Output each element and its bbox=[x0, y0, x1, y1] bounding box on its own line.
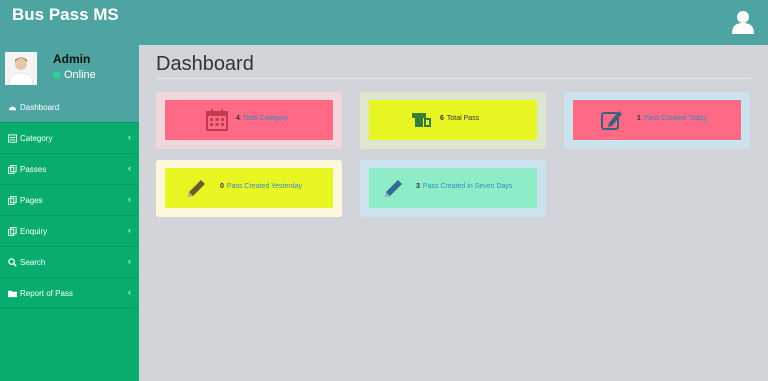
online-status-icon bbox=[53, 71, 61, 80]
search-icon bbox=[8, 258, 17, 267]
pencil-icon bbox=[385, 180, 402, 197]
card-label[interactable]: Total Category bbox=[243, 115, 288, 122]
stat-card-pass-created-seven-days[interactable]: 3 Pass Created in Seven Days bbox=[360, 160, 546, 217]
sidebar-item-label: Dashboard bbox=[20, 103, 60, 112]
chevron-left-icon: ‹ bbox=[128, 163, 131, 173]
card-count: 4 bbox=[236, 115, 240, 122]
folder-icon bbox=[8, 290, 17, 298]
sidebar-item-label: Search bbox=[20, 258, 46, 267]
sidebar-item-passes[interactable]: Passes ‹ bbox=[0, 154, 139, 185]
copy-icon bbox=[8, 227, 17, 236]
card-body: 0 Pass Created Yesterday bbox=[165, 168, 333, 208]
edit-icon bbox=[601, 111, 622, 130]
sidebar-item-category[interactable]: Category ‹ bbox=[0, 123, 139, 154]
card-label[interactable]: Pass Created Today bbox=[644, 115, 707, 122]
sidebar-item-label: Category bbox=[20, 134, 53, 143]
card-text: 6 Total Pass bbox=[440, 115, 479, 122]
card-text: 0 Pass Created Yesterday bbox=[220, 183, 302, 190]
user-status-text: Online bbox=[64, 69, 96, 81]
card-body: 3 Pass Created in Seven Days bbox=[369, 168, 537, 208]
chevron-left-icon: ‹ bbox=[128, 132, 131, 142]
sidebar-item-label: Pages bbox=[20, 196, 43, 205]
top-navbar: Bus Pass MS bbox=[0, 0, 768, 45]
chevron-left-icon: ‹ bbox=[128, 287, 131, 297]
sidebar-item-pages[interactable]: Pages ‹ bbox=[0, 185, 139, 216]
ticket-icon bbox=[412, 113, 431, 127]
page-title: Dashboard bbox=[156, 53, 254, 75]
list-icon bbox=[8, 134, 17, 143]
title-divider bbox=[156, 78, 751, 79]
main-content: Dashboard 4 Total Category 6 Total Pass … bbox=[139, 45, 768, 381]
stat-card-pass-created-yesterday[interactable]: 0 Pass Created Yesterday bbox=[156, 160, 342, 217]
copy-icon bbox=[8, 196, 17, 205]
stat-card-total-pass[interactable]: 6 Total Pass bbox=[360, 92, 546, 149]
user-status: Online bbox=[53, 69, 96, 81]
card-text: 4 Total Category bbox=[236, 115, 288, 122]
card-body: 4 Total Category bbox=[165, 100, 333, 140]
card-count: 1 bbox=[637, 115, 641, 122]
avatar bbox=[5, 52, 37, 85]
sidebar-item-label: Passes bbox=[20, 165, 47, 174]
sidebar-item-enquiry[interactable]: Enquiry ‹ bbox=[0, 216, 139, 247]
copy-icon bbox=[8, 165, 17, 174]
chevron-left-icon: ‹ bbox=[128, 256, 131, 266]
sidebar-item-report-of-pass[interactable]: Report of Pass ‹ bbox=[0, 278, 139, 309]
sidebar-item-search[interactable]: Search ‹ bbox=[0, 247, 139, 278]
dashboard-icon bbox=[8, 106, 17, 111]
pencil-icon bbox=[188, 180, 205, 197]
user-icon[interactable] bbox=[732, 10, 754, 34]
stat-card-total-category[interactable]: 4 Total Category bbox=[156, 92, 342, 149]
card-count: 0 bbox=[220, 183, 224, 190]
calendar-icon bbox=[206, 109, 228, 131]
user-profile: Admin Online bbox=[0, 45, 139, 92]
card-body: 6 Total Pass bbox=[369, 100, 537, 140]
card-label[interactable]: Pass Created Yesterday bbox=[227, 183, 302, 190]
sidebar-item-label: Report of Pass bbox=[20, 289, 73, 298]
card-text: 1 Pass Created Today bbox=[637, 115, 707, 122]
app-title[interactable]: Bus Pass MS bbox=[12, 5, 119, 25]
sidebar: Admin Online Dashboard Category ‹ Passes… bbox=[0, 45, 139, 381]
sidebar-item-label: Enquiry bbox=[20, 227, 48, 236]
user-name: Admin bbox=[53, 52, 91, 66]
card-label[interactable]: Total Pass bbox=[447, 115, 479, 122]
chevron-left-icon: ‹ bbox=[128, 194, 131, 204]
sidebar-item-dashboard[interactable]: Dashboard bbox=[0, 92, 139, 123]
card-count: 6 bbox=[440, 115, 444, 122]
card-text: 3 Pass Created in Seven Days bbox=[416, 183, 512, 190]
card-body: 1 Pass Created Today bbox=[573, 100, 741, 140]
card-label[interactable]: Pass Created in Seven Days bbox=[423, 183, 513, 190]
card-count: 3 bbox=[416, 183, 420, 190]
stat-card-pass-created-today[interactable]: 1 Pass Created Today bbox=[564, 92, 750, 149]
chevron-left-icon: ‹ bbox=[128, 225, 131, 235]
